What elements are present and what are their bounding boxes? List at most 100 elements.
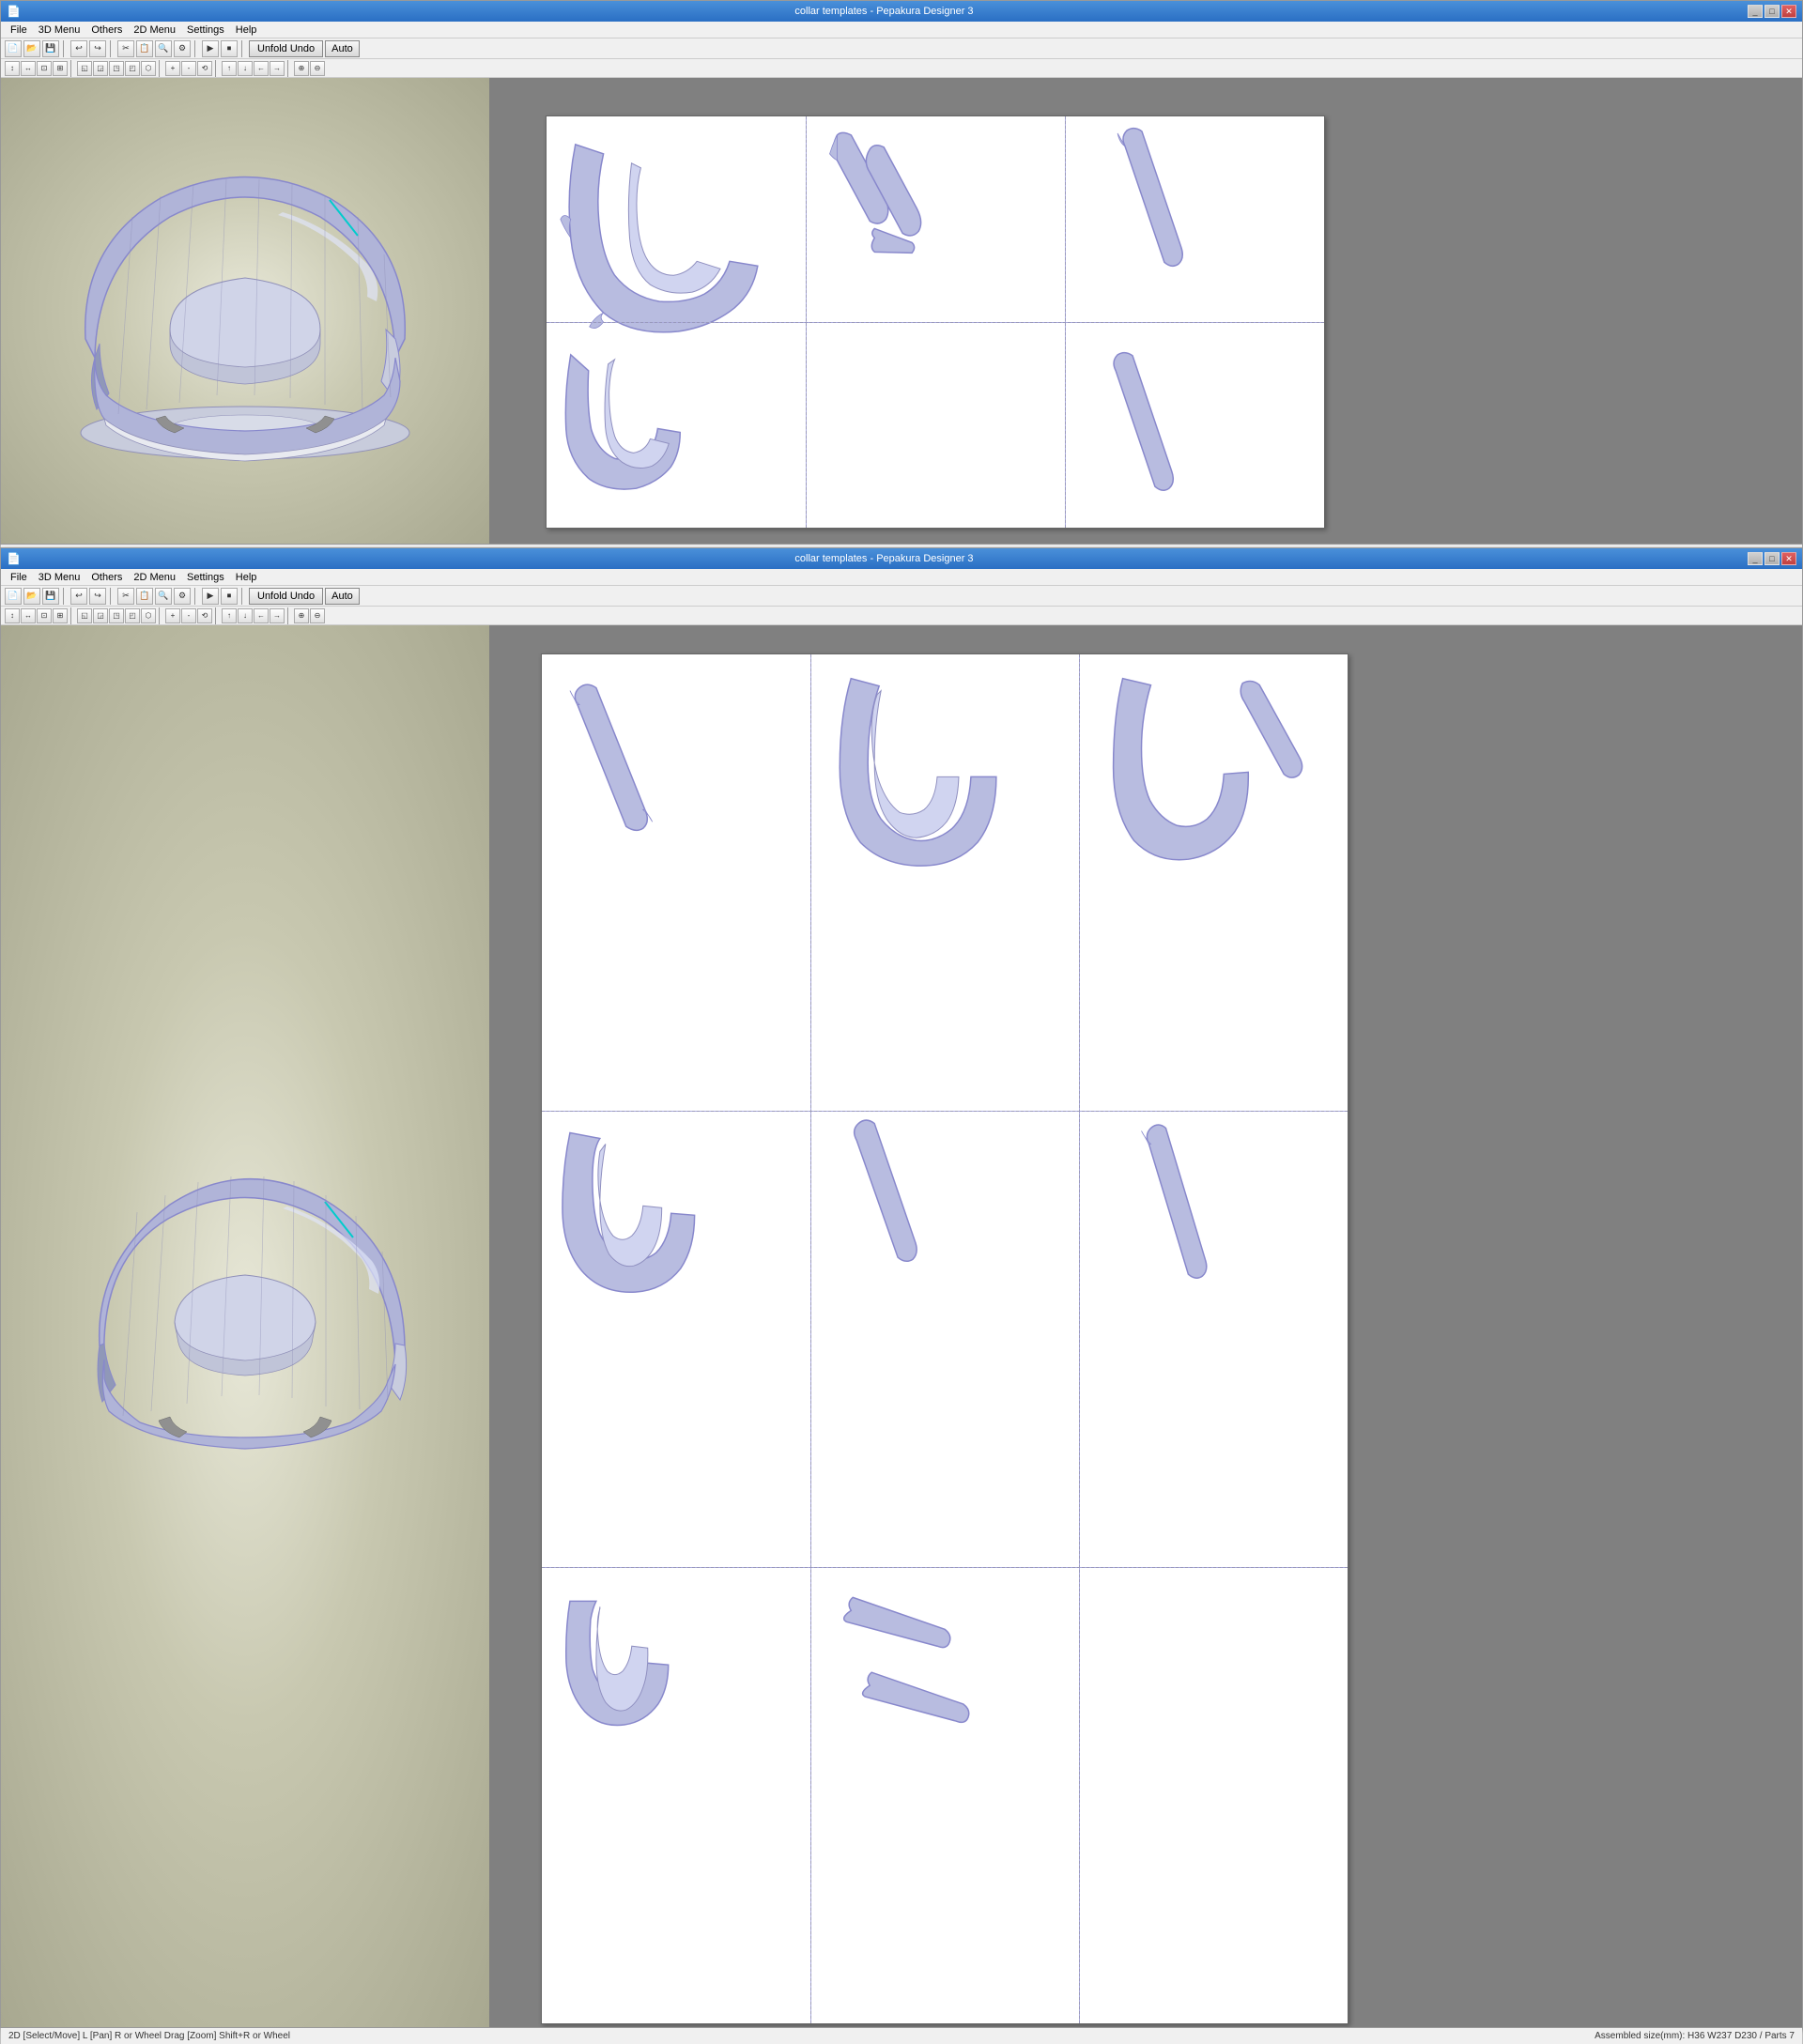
unfold-undo-btn-2[interactable]: Unfold Undo <box>249 588 323 605</box>
menu-settings-2[interactable]: Settings <box>181 571 230 584</box>
minimize-btn-1[interactable]: _ <box>1748 5 1763 18</box>
tb2-btn16-2[interactable]: → <box>270 608 285 623</box>
tb2-btn13-1[interactable]: ↑ <box>222 61 237 76</box>
toolbar-1b: ↕ ↔ ⊡ ⊞ ◱ ◲ ◳ ◰ ⬡ + - ⟲ ↑ ↓ ← → ⊕ ⊖ <box>1 59 1802 78</box>
tb2-btn1-1[interactable]: ↕ <box>5 61 20 76</box>
content-1 <box>1 78 1802 544</box>
menu-3d-2[interactable]: 3D Menu <box>33 571 86 584</box>
tb2-btn8-2[interactable]: ◰ <box>125 608 140 623</box>
menubar-1: File 3D Menu Others 2D Menu Settings Hel… <box>1 22 1802 38</box>
tb-sep-2-1 <box>63 588 67 605</box>
auto-btn-1[interactable]: Auto <box>325 40 360 57</box>
menu-others-1[interactable]: Others <box>85 23 128 37</box>
tb-btn6-2[interactable]: ⚙ <box>174 588 191 605</box>
tb-btn7-2[interactable]: ▶ <box>202 588 219 605</box>
tb-btn3-2[interactable]: ✂ <box>117 588 134 605</box>
tb2-btn11-2[interactable]: - <box>181 608 196 623</box>
statusbar-right-2: Assembled size(mm): H36 W237 D230 / Part… <box>1595 2031 1795 2041</box>
tb-btn4-2[interactable]: 📋 <box>136 588 153 605</box>
tb2-btn3-1[interactable]: ⊡ <box>37 61 52 76</box>
tb-btn5-1[interactable]: 🔍 <box>155 40 172 57</box>
tb2-btn18-2[interactable]: ⊖ <box>310 608 325 623</box>
tb-redo-2[interactable]: ↪ <box>89 588 106 605</box>
menu-others-2[interactable]: Others <box>85 571 128 584</box>
tb2-btn3-2[interactable]: ⊡ <box>37 608 52 623</box>
tb2-btn2-1[interactable]: ↔ <box>21 61 36 76</box>
tb-new-1[interactable]: 📄 <box>5 40 22 57</box>
tb2-btn7-2[interactable]: ◳ <box>109 608 124 623</box>
maximize-btn-2[interactable]: □ <box>1764 552 1780 565</box>
menu-help-2[interactable]: Help <box>230 571 263 584</box>
tb2-btn10-2[interactable]: + <box>165 608 180 623</box>
tb2-btn12-1[interactable]: ⟲ <box>197 61 212 76</box>
tb2-btn15-1[interactable]: ← <box>254 61 269 76</box>
tb2-btn13-2[interactable]: ↑ <box>222 608 237 623</box>
close-btn-1[interactable]: ✕ <box>1781 5 1796 18</box>
tb-btn5-2[interactable]: 🔍 <box>155 588 172 605</box>
tb2-btn9-2[interactable]: ⬡ <box>141 608 156 623</box>
window-controls-2: _ □ ✕ <box>1748 552 1796 565</box>
unfold-undo-btn-1[interactable]: Unfold Undo <box>249 40 323 57</box>
view-3d-1[interactable] <box>1 78 489 544</box>
tb2-btn17-1[interactable]: ⊕ <box>294 61 309 76</box>
tb2-btn12-2[interactable]: ⟲ <box>197 608 212 623</box>
window-2: 📄 collar templates - Pepakura Designer 3… <box>0 547 1803 2028</box>
paper-sheet-1 <box>546 115 1325 529</box>
auto-btn-2[interactable]: Auto <box>325 588 360 605</box>
tb-sep-2 <box>110 40 114 57</box>
tb-btn3-1[interactable]: ✂ <box>117 40 134 57</box>
tb2-btn15-2[interactable]: ← <box>254 608 269 623</box>
tb-new-2[interactable]: 📄 <box>5 588 22 605</box>
tb-open-1[interactable]: 📂 <box>23 40 40 57</box>
window-1: 📄 collar templates - Pepakura Designer 3… <box>0 0 1803 545</box>
view-2d-2[interactable] <box>489 625 1802 2027</box>
tb-btn8-2[interactable]: ⏹ <box>221 588 238 605</box>
menu-file-2[interactable]: File <box>5 571 33 584</box>
tb2-btn2-2[interactable]: ↔ <box>21 608 36 623</box>
tb2-sep-2-3 <box>215 607 219 624</box>
tb2-btn17-2[interactable]: ⊕ <box>294 608 309 623</box>
tb-save-1[interactable]: 💾 <box>42 40 59 57</box>
menu-3d-1[interactable]: 3D Menu <box>33 23 86 37</box>
tb2-btn7-1[interactable]: ◳ <box>109 61 124 76</box>
tb-btn4-1[interactable]: 📋 <box>136 40 153 57</box>
tb2-btn11-1[interactable]: - <box>181 61 196 76</box>
tb-open-2[interactable]: 📂 <box>23 588 40 605</box>
tb2-btn6-1[interactable]: ◲ <box>93 61 108 76</box>
menu-2d-2[interactable]: 2D Menu <box>128 571 181 584</box>
tb-undo-1[interactable]: ↩ <box>70 40 87 57</box>
grid-h1-2 <box>542 1111 1348 1112</box>
tb2-btn16-1[interactable]: → <box>270 61 285 76</box>
tb2-btn18-1[interactable]: ⊖ <box>310 61 325 76</box>
menu-file-1[interactable]: File <box>5 23 33 37</box>
menu-help-1[interactable]: Help <box>230 23 263 37</box>
tb2-btn14-2[interactable]: ↓ <box>238 608 253 623</box>
tb-btn8-1[interactable]: ⏹ <box>221 40 238 57</box>
tb2-btn5-2[interactable]: ◱ <box>77 608 92 623</box>
tb2-btn5-1[interactable]: ◱ <box>77 61 92 76</box>
close-btn-2[interactable]: ✕ <box>1781 552 1796 565</box>
maximize-btn-1[interactable]: □ <box>1764 5 1780 18</box>
view-3d-2[interactable] <box>1 625 489 2027</box>
view-2d-1[interactable] <box>489 78 1802 544</box>
tb2-sep-2-4 <box>287 607 291 624</box>
toolbar-2b: ↕ ↔ ⊡ ⊞ ◱ ◲ ◳ ◰ ⬡ + - ⟲ ↑ ↓ ← → ⊕ ⊖ <box>1 607 1802 625</box>
tb-btn6-1[interactable]: ⚙ <box>174 40 191 57</box>
collar-3d-model-1 <box>48 142 442 480</box>
tb2-btn8-1[interactable]: ◰ <box>125 61 140 76</box>
tb-undo-2[interactable]: ↩ <box>70 588 87 605</box>
statusbar-left-2: 2D [Select/Move] L [Pan] R or Wheel Drag… <box>8 2031 290 2041</box>
tb2-btn6-2[interactable]: ◲ <box>93 608 108 623</box>
menu-settings-1[interactable]: Settings <box>181 23 230 37</box>
tb2-btn4-2[interactable]: ⊞ <box>53 608 68 623</box>
tb2-btn9-1[interactable]: ⬡ <box>141 61 156 76</box>
tb-redo-1[interactable]: ↪ <box>89 40 106 57</box>
tb2-btn10-1[interactable]: + <box>165 61 180 76</box>
tb-btn7-1[interactable]: ▶ <box>202 40 219 57</box>
tb2-btn14-1[interactable]: ↓ <box>238 61 253 76</box>
minimize-btn-2[interactable]: _ <box>1748 552 1763 565</box>
menu-2d-1[interactable]: 2D Menu <box>128 23 181 37</box>
tb2-btn1-2[interactable]: ↕ <box>5 608 20 623</box>
tb-save-2[interactable]: 💾 <box>42 588 59 605</box>
tb2-btn4-1[interactable]: ⊞ <box>53 61 68 76</box>
